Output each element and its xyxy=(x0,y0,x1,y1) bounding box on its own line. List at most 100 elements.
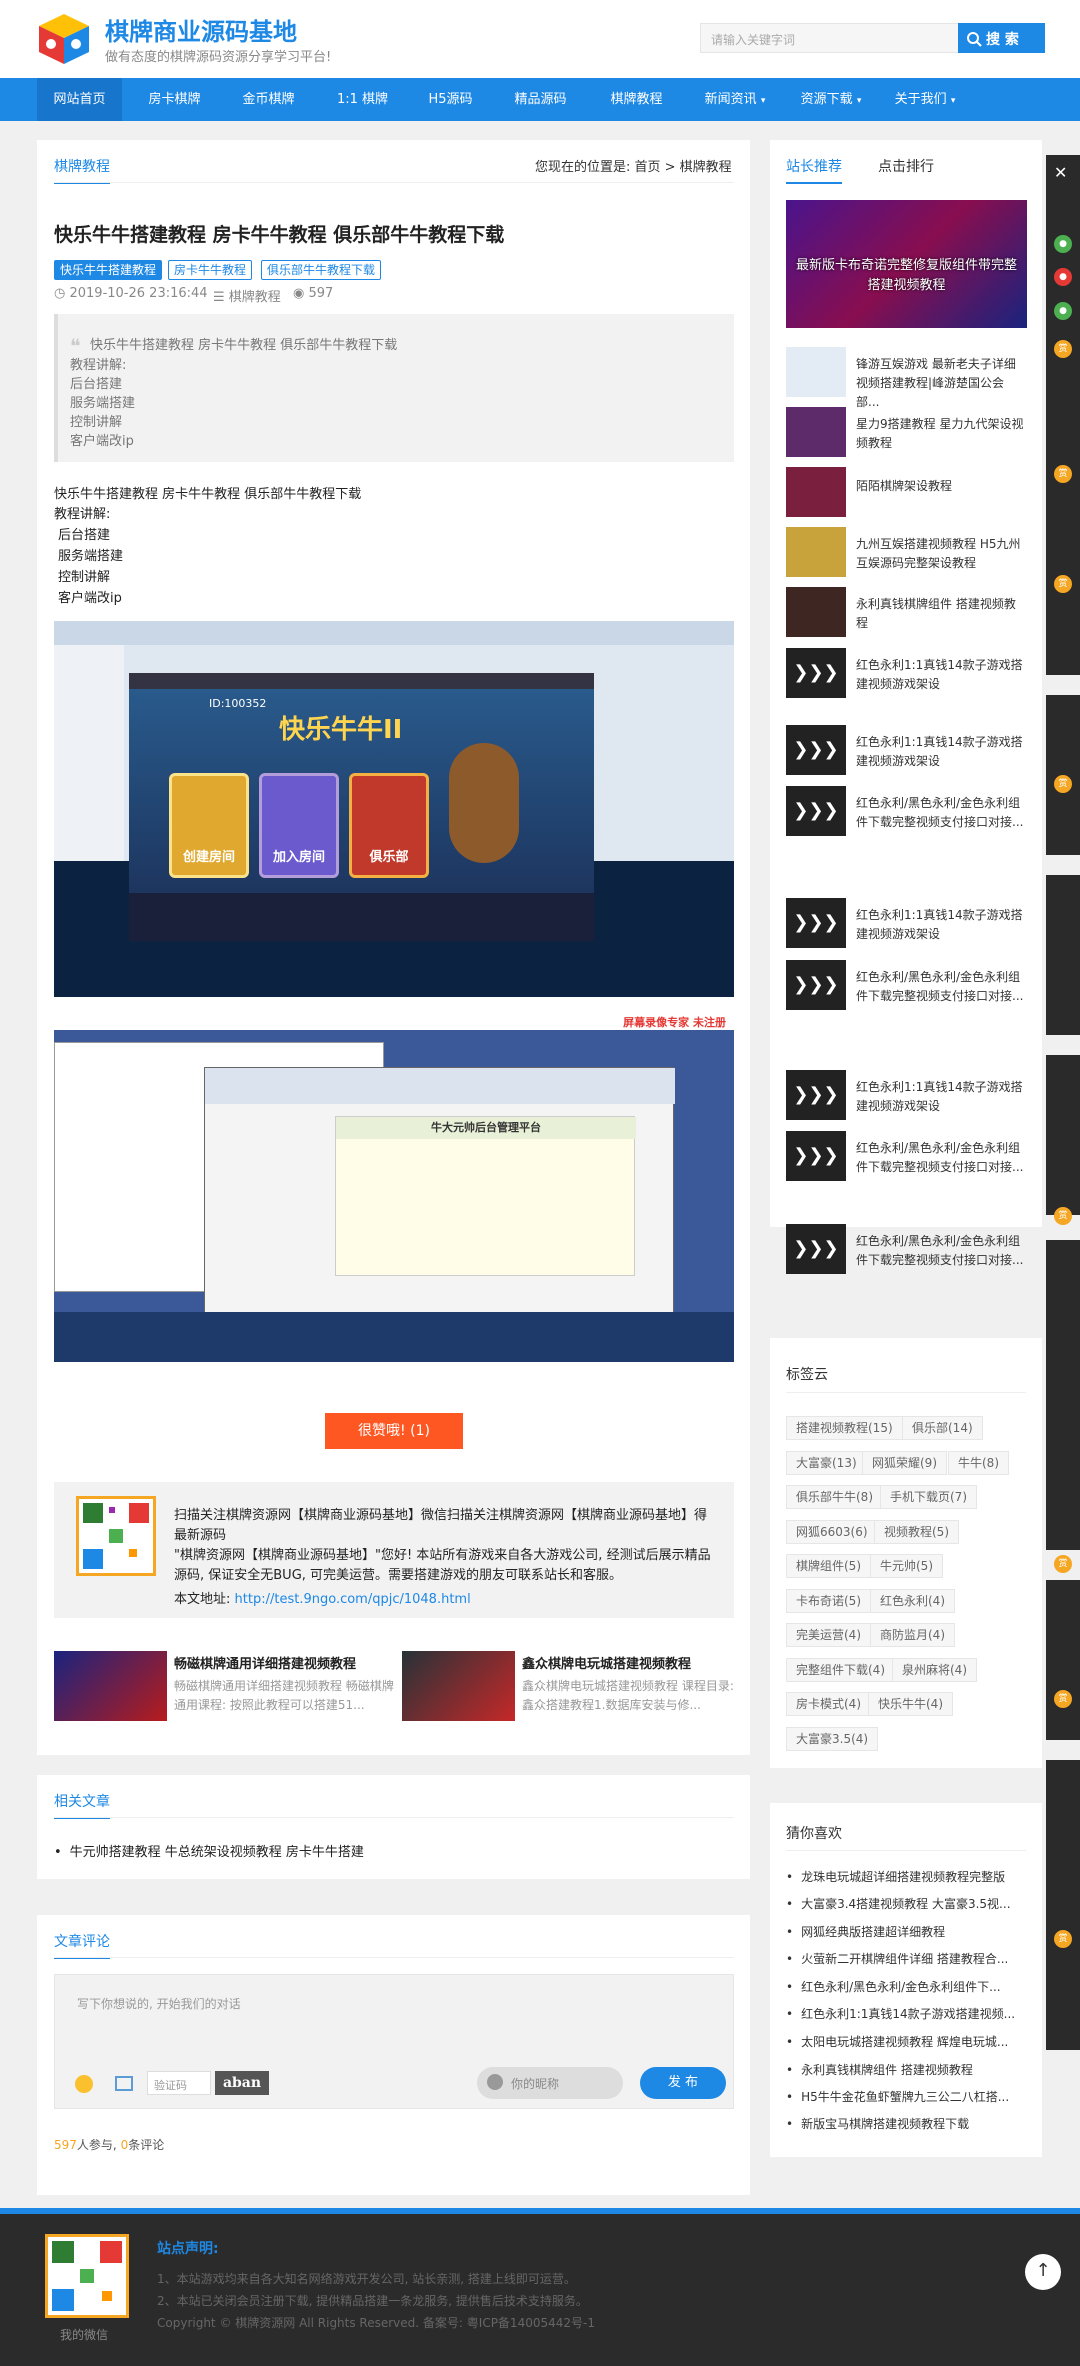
captcha-image[interactable]: aban xyxy=(215,2071,269,2095)
back-to-top-icon[interactable]: ↑ xyxy=(1025,2254,1061,2290)
guess-item[interactable]: H5牛牛金花鱼虾蟹牌九三公二八杠搭... xyxy=(786,2088,1009,2105)
article-category[interactable]: 棋牌教程 xyxy=(54,156,110,184)
nav-about[interactable]: 关于我们 ▾ xyxy=(880,78,970,121)
video-thumb-icon[interactable]: ❯❯❯ xyxy=(786,1224,846,1274)
tagcloud-tag[interactable]: 快乐牛牛(4) xyxy=(868,1692,953,1716)
breadcrumb[interactable]: 您现在的位置是: 首页 > 棋牌教程 xyxy=(535,156,732,175)
article-tag[interactable]: 俱乐部牛牛教程下载 xyxy=(261,260,382,280)
reward-icon[interactable]: 赏 xyxy=(1054,575,1072,593)
nav-news[interactable]: 新闻资讯 ▾ xyxy=(690,78,780,121)
tab-ranking[interactable]: 点击排行 xyxy=(878,156,934,176)
tagcloud-tag[interactable]: 牛牛(8) xyxy=(948,1450,1009,1475)
reward-icon[interactable]: 赏 xyxy=(1054,1207,1072,1225)
sidebar-item-title[interactable]: 陌陌棋牌架设教程 xyxy=(856,477,1026,496)
related-card-thumb[interactable] xyxy=(402,1651,515,1721)
guess-item[interactable]: 太阳电玩城搭建视频教程 辉煌电玩城... xyxy=(786,2033,1008,2050)
tagcloud-tag[interactable]: 红色永利(4) xyxy=(870,1588,955,1613)
nav-jingpin[interactable]: 精品源码 xyxy=(498,78,583,121)
tagcloud-tag[interactable]: 网狐6603(6) xyxy=(786,1519,878,1544)
article-tag[interactable]: 房卡牛牛教程 xyxy=(168,260,253,280)
comment-textarea[interactable]: 写下你想说的, 开始我们的对话 xyxy=(77,1995,241,2012)
sidebar-item-title[interactable]: 红色永利/黑色永利/金色永利组件下载完整视频支付接口对接... xyxy=(856,794,1026,832)
reward-icon[interactable]: 赏 xyxy=(1054,1555,1072,1573)
tagcloud-tag[interactable]: 俱乐部牛牛(8) xyxy=(786,1485,883,1509)
tagcloud-tag[interactable]: 网狐荣耀(9) xyxy=(862,1450,947,1475)
wechat-icon[interactable]: ● xyxy=(1054,302,1072,320)
guess-item[interactable]: 红色永利/黑色永利/金色永利组件下... xyxy=(786,1978,1001,1995)
tagcloud-tag[interactable]: 卡布奇诺(5) xyxy=(786,1588,871,1613)
sidebar-item-title[interactable]: 九州互娱搭建视频教程 H5九州互娱源码完整架设教程 xyxy=(856,535,1026,573)
sidebar-item-title[interactable]: 红色永利/黑色永利/金色永利组件下载完整视频支付接口对接... xyxy=(856,968,1026,1006)
guess-item[interactable]: 永利真钱棋牌组件 搭建视频教程 xyxy=(786,2061,973,2078)
wechat-icon[interactable]: ● xyxy=(1054,235,1072,253)
site-title[interactable]: 棋牌商业源码基地 xyxy=(105,12,297,47)
sidebar-item-title[interactable]: 红色永利/黑色永利/金色永利组件下载完整视频支付接口对接... xyxy=(856,1139,1026,1177)
nav-fangka[interactable]: 房卡棋牌 xyxy=(132,78,217,121)
sidebar-item-thumb[interactable] xyxy=(786,347,846,397)
tagcloud-tag[interactable]: 商防监月(4) xyxy=(870,1623,955,1647)
captcha-input[interactable]: 验证码 xyxy=(147,2071,211,2095)
reward-icon[interactable]: 赏 xyxy=(1054,465,1072,483)
tagcloud-tag[interactable]: 牛元帅(5) xyxy=(870,1554,943,1578)
image-icon[interactable] xyxy=(115,2076,133,2091)
video-thumb-icon[interactable]: ❯❯❯ xyxy=(786,1131,846,1181)
nav-oneone[interactable]: 1:1 棋牌 xyxy=(320,78,405,121)
nav-download[interactable]: 资源下载 ▾ xyxy=(786,78,876,121)
related-card-title[interactable]: 畅磁棋牌通用详细搭建视频教程 xyxy=(174,1653,356,1672)
tagcloud-tag[interactable]: 完美运营(4) xyxy=(786,1623,871,1647)
tagcloud-tag[interactable]: 搭建视频教程(15) xyxy=(786,1416,903,1440)
nickname-input[interactable]: 你的昵称 xyxy=(477,2067,623,2099)
tagcloud-tag[interactable]: 完整组件下载(4) xyxy=(786,1657,895,1682)
join-room-button[interactable]: 加入房间 xyxy=(259,773,339,878)
sidebar-item-title[interactable]: 红色永利1:1真钱14款子游戏搭建视频游戏架设 xyxy=(856,733,1026,771)
tagcloud-tag[interactable]: 大富豪(13) xyxy=(786,1450,867,1475)
reward-icon[interactable]: 赏 xyxy=(1054,1690,1072,1708)
related-card-thumb[interactable] xyxy=(54,1651,167,1721)
tagcloud-tag[interactable]: 大富豪3.5(4) xyxy=(786,1726,879,1751)
search-input[interactable]: 请输入关键字词 xyxy=(700,23,960,53)
create-room-button[interactable]: 创建房间 xyxy=(169,773,249,878)
video-thumb-icon[interactable]: ❯❯❯ xyxy=(786,786,846,836)
close-icon[interactable]: ✕ xyxy=(1054,163,1067,182)
article-url-link[interactable]: http://test.9ngo.com/qpjc/1048.html xyxy=(235,1592,471,1607)
tagcloud-tag[interactable]: 俱乐部(14) xyxy=(902,1416,983,1440)
tagcloud-tag[interactable]: 手机下载页(7) xyxy=(880,1485,977,1509)
guess-item[interactable]: 新版宝马棋牌搭建视频教程下载 xyxy=(786,2115,969,2132)
sidebar-item-title[interactable]: 星力9搭建教程 星力九代架设视频教程 xyxy=(856,415,1026,453)
tagcloud-tag[interactable]: 房卡模式(4) xyxy=(786,1692,871,1716)
logo-icon[interactable] xyxy=(35,10,93,68)
sidebar-item-title[interactable]: 红色永利1:1真钱14款子游戏搭建视频游戏架设 xyxy=(856,1078,1026,1116)
sidebar-item-thumb[interactable] xyxy=(786,407,846,457)
sidebar-item-thumb[interactable] xyxy=(786,467,846,517)
nav-jiaocheng[interactable]: 棋牌教程 xyxy=(594,78,679,121)
qq-icon[interactable]: ● xyxy=(1054,268,1072,286)
nav-jinbi[interactable]: 金币棋牌 xyxy=(226,78,311,121)
sidebar-item-title[interactable]: 红色永利/黑色永利/金色永利组件下载完整视频支付接口对接... xyxy=(856,1232,1026,1270)
reward-icon[interactable]: 赏 xyxy=(1054,1930,1072,1948)
video-thumb-icon[interactable]: ❯❯❯ xyxy=(786,1070,846,1120)
nav-h5[interactable]: H5源码 xyxy=(408,78,493,121)
sidebar-item-title[interactable]: 红色永利1:1真钱14款子游戏搭建视频游戏架设 xyxy=(856,656,1026,694)
video-thumb-icon[interactable]: ❯❯❯ xyxy=(786,898,846,948)
reward-icon[interactable]: 赏 xyxy=(1054,340,1072,358)
sidebar-item-title[interactable]: 永利真钱棋牌组件 搭建视频教程 xyxy=(856,595,1026,633)
tagcloud-tag[interactable]: 视频教程(5) xyxy=(874,1519,959,1544)
sidebar-item-thumb[interactable] xyxy=(786,587,846,637)
related-item[interactable]: • 牛元帅搭建教程 牛总统架设视频教程 房卡牛牛搭建 xyxy=(54,1841,364,1860)
club-button[interactable]: 俱乐部 xyxy=(349,773,429,878)
video-thumb-icon[interactable]: ❯❯❯ xyxy=(786,648,846,698)
guess-item[interactable]: 大富豪3.4搭建视频教程 大富豪3.5视... xyxy=(786,1895,1010,1912)
reward-icon[interactable]: 赏 xyxy=(1054,775,1072,793)
nav-home[interactable]: 网站首页 xyxy=(37,78,122,121)
sidebar-item-title[interactable]: 锋游互娱游戏 最新老夫子详细视频搭建教程|峰游楚国公会部... xyxy=(856,355,1026,412)
submit-comment-button[interactable]: 发 布 xyxy=(640,2067,726,2099)
guess-item[interactable]: 龙珠电玩城超详细搭建视频教程完整版 xyxy=(786,1868,1005,1885)
sidebar-item-title[interactable]: 红色永利1:1真钱14款子游戏搭建视频游戏架设 xyxy=(856,906,1026,944)
like-button[interactable]: 很赞哦! (1) xyxy=(325,1413,463,1449)
video-thumb-icon[interactable]: ❯❯❯ xyxy=(786,960,846,1010)
tagcloud-tag[interactable]: 泉州麻将(4) xyxy=(892,1657,977,1682)
tagcloud-tag[interactable]: 棋牌组件(5) xyxy=(786,1554,871,1578)
guess-item[interactable]: 红色永利1:1真钱14款子游戏搭建视频... xyxy=(786,2005,1015,2022)
emoji-icon[interactable] xyxy=(75,2075,93,2093)
tab-recommend[interactable]: 站长推荐 xyxy=(786,156,842,184)
